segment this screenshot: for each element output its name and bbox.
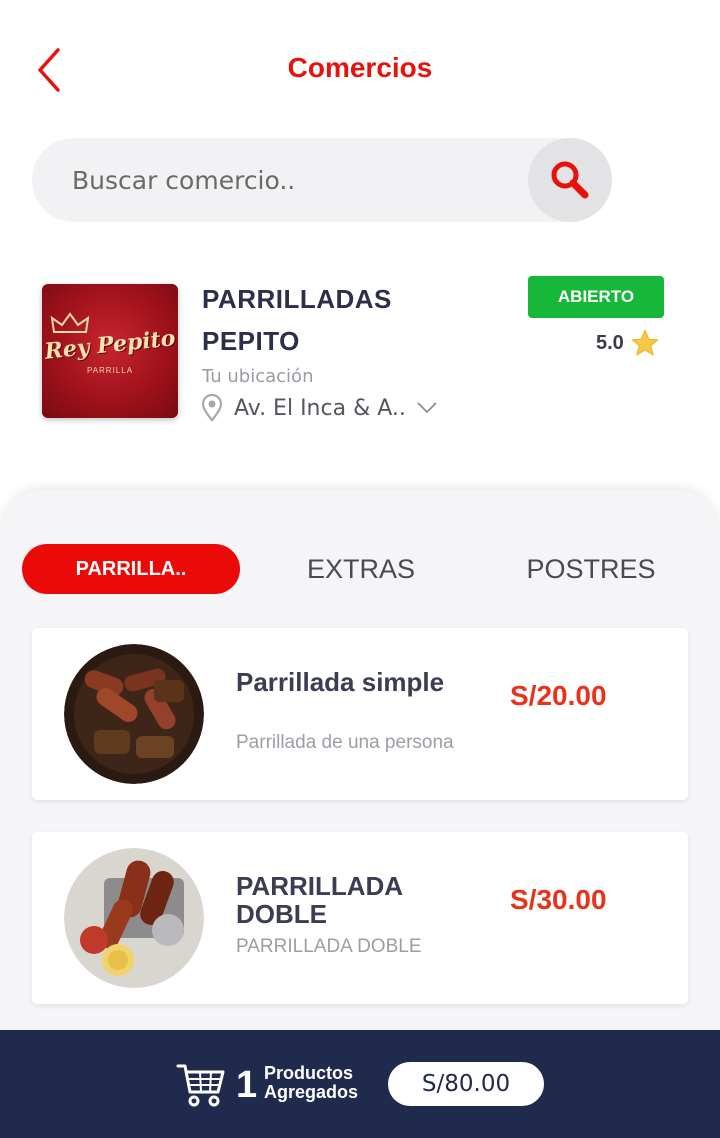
product-title: PARRILLADA DOBLE (236, 871, 403, 929)
store-name-line2: PEPITO (202, 326, 300, 356)
tab-postres[interactable]: POSTRES (500, 544, 682, 594)
product-image (64, 848, 204, 988)
cart-label-line1: Productos (264, 1063, 354, 1083)
address-text: Av. El Inca & A.. (234, 395, 406, 421)
address-selector[interactable]: Av. El Inca & A.. (200, 394, 438, 422)
search-button[interactable] (528, 138, 612, 222)
cart-bar[interactable]: 1 Productos Agregados S/80.00 (0, 1030, 720, 1138)
store-info: Rey Pepito PARRILLA PARRILLADAS PEPITO A… (0, 250, 720, 450)
cart-label: Productos Agregados (264, 1064, 358, 1102)
star-icon (631, 329, 658, 356)
product-price: S/20.00 (510, 680, 607, 711)
product-description: PARRILLADA DOBLE (236, 936, 422, 957)
product-card[interactable]: Parrillada simple Parrillada de una pers… (32, 628, 688, 800)
status-badge: ABIERTO (528, 276, 664, 318)
product-title: Parrillada simple (236, 667, 445, 697)
crown-icon (50, 312, 90, 333)
page-title: Comercios (287, 52, 433, 83)
cart-count: 1 (236, 1064, 258, 1106)
search-icon (551, 161, 589, 199)
product-card[interactable]: PARRILLADA DOBLE PARRILLADA DOBLE S/30.0… (32, 832, 688, 1004)
store-name-line1: PARRILLADAS (202, 284, 392, 314)
tab-extras[interactable]: EXTRAS (290, 544, 432, 594)
rating-value: 5.0 (596, 331, 624, 354)
logo-subtitle: PARRILLA (86, 366, 134, 375)
search-bar (32, 138, 612, 222)
header-bar: Comercios (0, 0, 720, 130)
search-input[interactable] (72, 156, 522, 204)
product-description: Parrillada de una persona (236, 732, 454, 753)
cart-label-line2: Agregados (264, 1082, 359, 1102)
cart-total-button[interactable]: S/80.00 (388, 1062, 544, 1106)
tab-parrilla[interactable]: PARRILLA.. (22, 544, 240, 594)
store-logo: Rey Pepito PARRILLA (42, 284, 178, 418)
cart-icon (176, 1064, 225, 1107)
product-price: S/30.00 (510, 884, 607, 915)
chevron-down-icon (417, 402, 437, 414)
location-pin-icon (201, 394, 223, 422)
product-image (64, 644, 204, 784)
store-rating: 5.0 (596, 328, 660, 358)
location-label: Tu ubicación (202, 366, 314, 387)
store-name: PARRILLADAS PEPITO (202, 278, 482, 362)
